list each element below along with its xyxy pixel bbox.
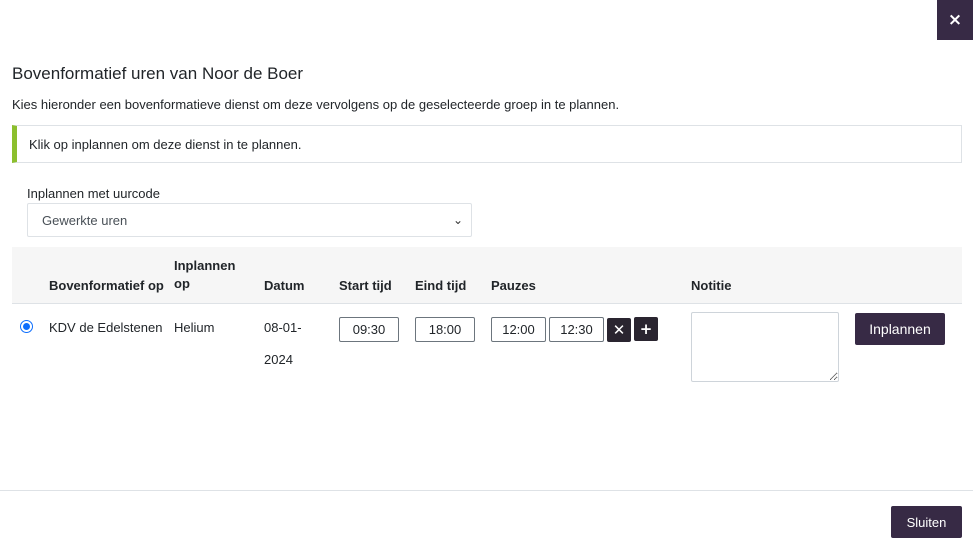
modal-subtitle: Kies hieronder een bovenformatieve diens… [12,97,620,112]
uurcode-selected-value: Gewerkte uren [42,212,128,228]
cell-datum-line1: 08-01- [264,320,302,335]
header-bovenformatief: Bovenformatief op [49,278,164,293]
row-select-radio[interactable] [20,320,33,333]
inplannen-button[interactable]: Inplannen [855,313,945,345]
table-header: Bovenformatief op Inplannen op Datum Sta… [12,247,962,304]
header-pauzes: Pauzes [491,278,536,293]
header-notitie: Notitie [691,278,732,293]
header-datum: Datum [264,278,305,293]
uurcode-label: Inplannen met uurcode [27,186,160,201]
cell-bovenformatief: KDV de Edelstenen [49,320,163,335]
header-eind-tijd: Eind tijd [415,278,467,293]
pause-end-input[interactable] [549,317,604,342]
close-icon[interactable]: × [937,0,973,40]
header-inplannen: Inplannen op [174,257,235,293]
sluiten-button[interactable]: Sluiten [891,506,962,538]
chevron-down-icon: ⌄ [452,213,463,227]
end-time-input[interactable] [415,317,475,342]
header-inplannen-line1: Inplannen [174,258,236,273]
modal-title: Bovenformatief uren van Noor de Boer [12,64,304,83]
pause-start-input[interactable] [491,317,546,342]
start-time-input[interactable] [339,317,399,342]
info-alert-text: Klik op inplannen om deze dienst in te p… [29,136,302,152]
cell-datum-line2: 2024 [264,352,293,367]
add-pause-icon[interactable]: + [634,317,658,341]
cell-datum: 08-01- 2024 [264,312,302,376]
header-inplannen-line2: op [174,276,190,291]
uurcode-select[interactable]: Gewerkte uren ⌄ [27,203,472,237]
remove-pause-icon[interactable]: ✕ [607,318,631,342]
header-start-tijd: Start tijd [339,278,392,293]
footer-divider [0,490,973,491]
notitie-textarea[interactable] [691,312,839,382]
info-alert: Klik op inplannen om deze dienst in te p… [12,125,962,163]
cell-inplannen: Helium [174,320,215,335]
